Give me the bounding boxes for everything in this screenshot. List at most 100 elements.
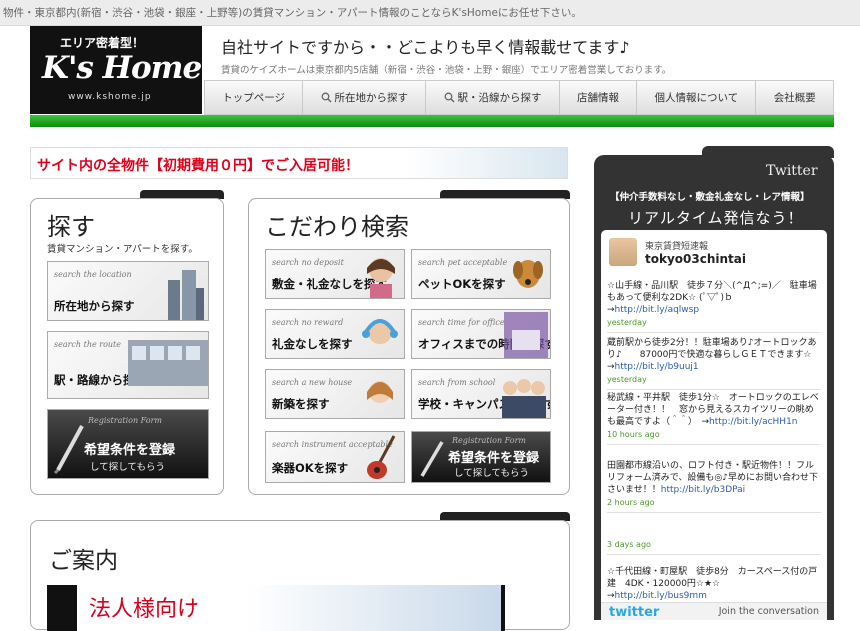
- tile-label: 希望条件を登録: [84, 443, 176, 458]
- search-no-deposit-button[interactable]: search no deposit 敷金・礼金なしを探す: [265, 249, 405, 299]
- tweet-item: ☆山手線・品川駅 徒歩７分＼(^Д^;=)／ 駐車場もあって便利な2DK☆ (ﾟ…: [607, 280, 821, 333]
- tweet-link[interactable]: http://bit.ly/aqlwsp: [615, 305, 700, 315]
- twitter-footer: twitter Join the conversation: [601, 602, 827, 620]
- nav-label: 会社概要: [773, 92, 816, 104]
- nav-label: 個人情報について: [654, 92, 739, 104]
- search-by-station-button[interactable]: search the route 駅・路線から探す: [47, 331, 209, 399]
- tweet-time[interactable]: yesterday: [607, 317, 821, 329]
- tile-label: 礼金なしを探す: [272, 337, 353, 351]
- nav-top[interactable]: トップページ: [205, 81, 304, 114]
- header-divider: [30, 115, 834, 127]
- pen-icon: [420, 441, 444, 477]
- nav-company[interactable]: 会社概要: [756, 81, 833, 114]
- site-logo[interactable]: エリア密着型！ K's Home www.kshome.jp: [30, 26, 202, 114]
- tile-caption: search the route: [54, 340, 121, 349]
- banner-text: サイト内の全物件【初期費用０円】でご入居可能！: [37, 158, 359, 174]
- students-photo-icon: [502, 379, 546, 418]
- tile-label: 新築を探す: [272, 397, 330, 411]
- twitter-account-name: 東京賃貸短速報: [645, 242, 709, 252]
- page-headline: 自社サイトですから・・どこよりも早く情報載せてます♪: [221, 38, 630, 57]
- main-nav: トップページ 所在地から探す 駅・沿線から探す 店舗情報 個人情報について 会社…: [204, 80, 834, 115]
- twitter-title: Twitter: [766, 163, 818, 179]
- registration-form-button[interactable]: Registration Form 希望条件を登録 して探してもらう: [47, 409, 209, 479]
- site-tagline: 物件・東京都内(新宿・渋谷・池袋・銀座・上野等)の賃貸マンション・アパート情報の…: [0, 0, 860, 26]
- nav-station[interactable]: 駅・沿線から探す: [426, 81, 560, 114]
- tile-sublabel: して探してもらう: [90, 462, 165, 473]
- tweet-link[interactable]: http://bit.ly/b9uuj1: [615, 362, 699, 372]
- search-instrument-ok-button[interactable]: search instrument acceptable 楽器OKを探す: [265, 431, 405, 483]
- nav-location[interactable]: 所在地から探す: [303, 81, 427, 114]
- search-by-location-button[interactable]: search the location 所在地から探す: [47, 261, 209, 321]
- tweet-time[interactable]: 3 days ago: [607, 539, 821, 551]
- tile-caption: search from school: [418, 378, 496, 387]
- woman-photo-icon: [367, 381, 393, 403]
- tile-label: ペットOKを探す: [418, 277, 506, 291]
- nav-label: 所在地から探す: [334, 92, 409, 104]
- kodawari-panel: こだわり検索 search no deposit 敷金・礼金なしを探す sear…: [248, 198, 570, 495]
- woman-headphones-photo-icon: [362, 319, 398, 344]
- twitter-logo[interactable]: twitter: [609, 605, 659, 620]
- tile-caption: search no reward: [272, 318, 344, 327]
- corporate-banner-inner: 法人様向け: [77, 585, 501, 631]
- search-icon: [321, 92, 332, 103]
- tweet-time[interactable]: 2 hours ago: [607, 497, 821, 509]
- tweet-link[interactable]: http://bit.ly/b3DPai: [661, 485, 745, 495]
- pen-icon: [53, 425, 84, 474]
- twitter-headline: リアルタイム発信なう！: [628, 209, 804, 227]
- search-from-school-button[interactable]: search from school 学校・キャンパスから探す: [411, 369, 551, 419]
- search-no-reward-button[interactable]: search no reward 礼金なしを探す: [265, 309, 405, 359]
- tile-caption: Registration Form: [88, 416, 162, 425]
- tile-label: 所在地から探す: [54, 299, 135, 313]
- panel-subtitle: 賃貸マンション・アパートを探す。: [47, 244, 198, 255]
- nav-privacy[interactable]: 個人情報について: [637, 81, 757, 114]
- tile-label: 希望条件を登録: [448, 451, 540, 466]
- building-icon: [168, 270, 204, 320]
- tweet-time[interactable]: yesterday: [607, 374, 821, 386]
- guide-panel: ご案内 法人様向け: [30, 520, 570, 631]
- registration-form-button-2[interactable]: Registration Form 希望条件を登録 して探してもらう: [411, 431, 551, 483]
- guitar-icon: [367, 435, 396, 479]
- nav-shops[interactable]: 店舗情報: [560, 81, 638, 114]
- campaign-banner[interactable]: サイト内の全物件【初期費用０円】でご入居可能！: [30, 147, 568, 179]
- search-new-house-button[interactable]: search a new house 新築を探す: [265, 369, 405, 419]
- twitter-feed: 東京賃貸短速報 tokyo03chintai ☆山手線・品川駅 徒歩７分＼(^Д…: [601, 230, 827, 620]
- nav-label: 店舗情報: [577, 92, 620, 104]
- tweet-time[interactable]: 10 hours ago: [607, 429, 821, 441]
- tile-caption: search the location: [54, 270, 132, 279]
- tweet-item: 田園都市線沿いの、ロフト付き・駅近物件！！フルリフォーム済みで、設備も◎♪早めに…: [607, 460, 821, 513]
- search-panel: 探す 賃貸マンション・アパートを探す。 search the location …: [30, 198, 224, 495]
- tile-caption: search time for office: [418, 318, 505, 327]
- search-time-to-office-button[interactable]: search time for office オフィスまでの時間で探す: [411, 309, 551, 359]
- dog-photo-icon: [513, 260, 543, 288]
- tile-sublabel: して探してもらう: [454, 468, 529, 479]
- twitter-subtitle: 【仲介手数料なし・敷金礼金なし・レア情報】: [610, 192, 810, 203]
- tweet-item: 秘武線・平井駅 徒歩1分☆ オートロックのエレベーター付き！！ 窓から見えるスカ…: [607, 392, 821, 445]
- page-subheadline: 賃貸のケイズホームは東京都内5店舗（新宿・渋谷・池袋・上野・銀座）でエリア密着営…: [221, 65, 672, 76]
- tweet-item: ☆千代田線・町屋駅 徒歩8分 カースペース付の戸建 4DK・120000円☆★☆…: [607, 566, 821, 605]
- join-conversation-link[interactable]: Join the conversation: [719, 606, 819, 617]
- woman-photo-icon: [367, 258, 395, 298]
- train-icon: [128, 340, 208, 386]
- nav-label: 駅・沿線から探す: [457, 92, 542, 104]
- panel-title: こだわり検索: [265, 213, 409, 241]
- tweet-link[interactable]: http://bit.ly/acHH1n: [709, 417, 797, 427]
- corporate-banner-text: 法人様向け: [89, 597, 200, 622]
- logo-tagline: エリア密着型！: [60, 36, 145, 50]
- tweet-item: 蔵前駅から徒歩2分！！駐車場あり♪オートロックあり♪ 87000円で快適な暮らし…: [607, 337, 821, 390]
- logo-brand: K's Home: [42, 50, 202, 86]
- panel-title: 探す: [47, 213, 95, 241]
- tweet-item: 3 days ago: [607, 538, 821, 555]
- avatar[interactable]: [609, 238, 637, 266]
- tile-caption: search a new house: [272, 378, 353, 387]
- tweet-link[interactable]: http://bit.ly/bus9mm: [615, 591, 707, 601]
- tile-label: 楽器OKを探す: [272, 461, 349, 475]
- panel-title: ご案内: [49, 548, 118, 574]
- search-icon: [444, 92, 455, 103]
- logo-url: www.kshome.jp: [68, 92, 152, 102]
- search-pet-ok-button[interactable]: search pet acceptable ペットOKを探す: [411, 249, 551, 299]
- tile-caption: search no deposit: [272, 258, 344, 267]
- office-photo-icon: [504, 312, 548, 358]
- twitter-handle[interactable]: tokyo03chintai: [645, 252, 746, 266]
- nav-label: トップページ: [222, 92, 286, 104]
- corporate-banner[interactable]: 法人様向け: [47, 585, 505, 631]
